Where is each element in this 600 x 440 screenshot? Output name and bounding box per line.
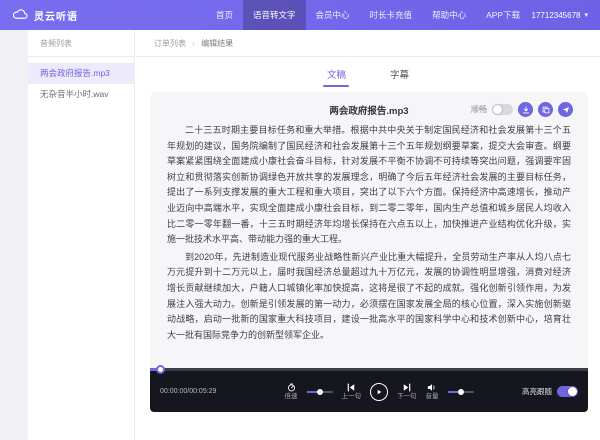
brand-name: 灵云听语 bbox=[34, 11, 78, 23]
result-tabs: 文稿 字幕 bbox=[136, 57, 600, 87]
breadcrumb: 订单列表 › 编辑结果 bbox=[136, 30, 600, 57]
player-center-controls: 倍速 上一句 下一句 音量 bbox=[236, 382, 522, 401]
volume-slider-handle[interactable] bbox=[457, 388, 464, 395]
tab-subtitle[interactable]: 字幕 bbox=[390, 67, 409, 87]
nav-item-speech-to-text[interactable]: 语音转文字 bbox=[243, 0, 306, 30]
nav-item-help-center[interactable]: 帮助中心 bbox=[422, 0, 476, 30]
player-controls-row: 00:00:00/00:05:29 倍速 上一句 下一句 音量 高亮跟随 bbox=[150, 371, 588, 412]
transcript-card: 两会政府报告.mp3 顺畅 二十三五时期主要目标任务和重大举措。根据中共中央关于… bbox=[150, 92, 588, 368]
speed-slider[interactable] bbox=[306, 388, 333, 395]
toggle-knob bbox=[568, 387, 577, 396]
breadcrumb-order-list[interactable]: 订单列表 bbox=[154, 39, 186, 48]
speed-slider-handle[interactable] bbox=[316, 388, 323, 395]
account-phone: 17712345678 bbox=[531, 10, 581, 20]
volume-control[interactable]: 音量 bbox=[426, 383, 439, 401]
play-button[interactable] bbox=[370, 382, 388, 401]
nav-item-app-download[interactable]: APP下载 bbox=[476, 0, 530, 30]
audio-list-item-noiseless[interactable]: 无杂音半小时.wav bbox=[28, 84, 134, 105]
left-rail bbox=[0, 30, 28, 440]
next-sentence-button[interactable]: 下一句 bbox=[397, 383, 417, 401]
prev-sentence-icon bbox=[347, 383, 355, 392]
sidebar-title: 音频列表 bbox=[28, 30, 134, 57]
account-menu[interactable]: 17712345678 ▾ bbox=[532, 11, 588, 20]
nav-item-member-center[interactable]: 会员中心 bbox=[306, 0, 360, 30]
audio-list-item-report[interactable]: 两会政府报告.mp3 bbox=[28, 63, 134, 84]
cloud-icon bbox=[12, 8, 29, 23]
share-button[interactable] bbox=[558, 102, 573, 117]
audio-item-label: 两会政府报告.mp3 bbox=[40, 68, 110, 78]
progress-bar[interactable] bbox=[150, 365, 588, 374]
speed-control[interactable]: 倍速 bbox=[285, 383, 298, 401]
highlight-follow-toggle[interactable] bbox=[557, 386, 578, 397]
time-display: 00:00:00/00:05:29 bbox=[160, 388, 217, 395]
volume-slider[interactable] bbox=[447, 388, 474, 395]
chevron-down-icon: ▾ bbox=[584, 12, 588, 19]
toggle-knob bbox=[493, 105, 502, 114]
nav-item-recharge[interactable]: 时长卡充值 bbox=[360, 0, 423, 30]
app-window: 灵云听语 首页 语音转文字 会员中心 时长卡充值 帮助中心 APP下载 1771… bbox=[0, 0, 600, 440]
prev-sentence-button[interactable]: 上一句 bbox=[341, 383, 362, 401]
main-panel: 订单列表 › 编辑结果 文稿 字幕 两会政府报告.mp3 顺畅 二十三五时期主要… bbox=[136, 30, 600, 440]
main-nav: 首页 语音转文字 会员中心 时长卡充值 帮助中心 APP下载 bbox=[206, 0, 530, 30]
next-sentence-icon bbox=[403, 383, 411, 392]
highlight-follow-label: 高亮跟随 bbox=[522, 387, 552, 396]
play-icon bbox=[377, 389, 382, 394]
download-icon bbox=[522, 105, 529, 113]
card-actions: 顺畅 bbox=[471, 102, 573, 117]
transcript-paragraph[interactable]: 二十三五时期主要目标任务和重大举措。根据中共中央关于制定国民经济和社会发展第十三… bbox=[167, 123, 571, 248]
volume-icon bbox=[427, 383, 435, 391]
copy-icon bbox=[542, 106, 549, 113]
audio-list: 两会政府报告.mp3 无杂音半小时.wav bbox=[28, 57, 134, 105]
audio-list-sidebar: 音频列表 两会政府报告.mp3 无杂音半小时.wav bbox=[28, 30, 135, 440]
brand: 灵云听语 bbox=[12, 8, 78, 23]
progress-handle[interactable] bbox=[156, 365, 165, 374]
next-sentence-label: 下一句 bbox=[397, 392, 417, 400]
smooth-mode-label: 顺畅 bbox=[471, 105, 487, 114]
nav-item-home[interactable]: 首页 bbox=[206, 0, 243, 30]
audio-player: 00:00:00/00:05:29 倍速 上一句 下一句 音量 高亮跟随 bbox=[150, 365, 588, 412]
audio-file-title: 两会政府报告.mp3 bbox=[329, 106, 409, 117]
transcript-card-header: 两会政府报告.mp3 顺畅 bbox=[165, 100, 573, 120]
volume-label: 音量 bbox=[425, 392, 439, 400]
transcript-paragraph[interactable]: 到2020年，先进制造业现代服务业战略性新兴产业比重大幅提升，全员劳动生产率从人… bbox=[167, 250, 571, 344]
download-button[interactable] bbox=[518, 102, 533, 117]
breadcrumb-current: 编辑结果 bbox=[201, 39, 234, 48]
breadcrumb-separator: › bbox=[192, 39, 195, 48]
speed-icon bbox=[287, 383, 295, 392]
speed-label: 倍速 bbox=[284, 392, 298, 400]
smooth-mode-toggle[interactable] bbox=[492, 104, 513, 115]
transcript-text[interactable]: 二十三五时期主要目标任务和重大举措。根据中共中央关于制定国民经济和社会发展第十三… bbox=[165, 120, 573, 343]
copy-button[interactable] bbox=[538, 102, 553, 117]
top-navbar: 灵云听语 首页 语音转文字 会员中心 时长卡充值 帮助中心 APP下载 1771… bbox=[0, 0, 600, 30]
share-icon bbox=[562, 106, 569, 113]
prev-sentence-label: 上一句 bbox=[341, 392, 362, 400]
highlight-follow-group: 高亮跟随 bbox=[522, 386, 578, 397]
tab-transcript[interactable]: 文稿 bbox=[327, 67, 346, 87]
audio-item-label: 无杂音半小时.wav bbox=[40, 89, 109, 99]
